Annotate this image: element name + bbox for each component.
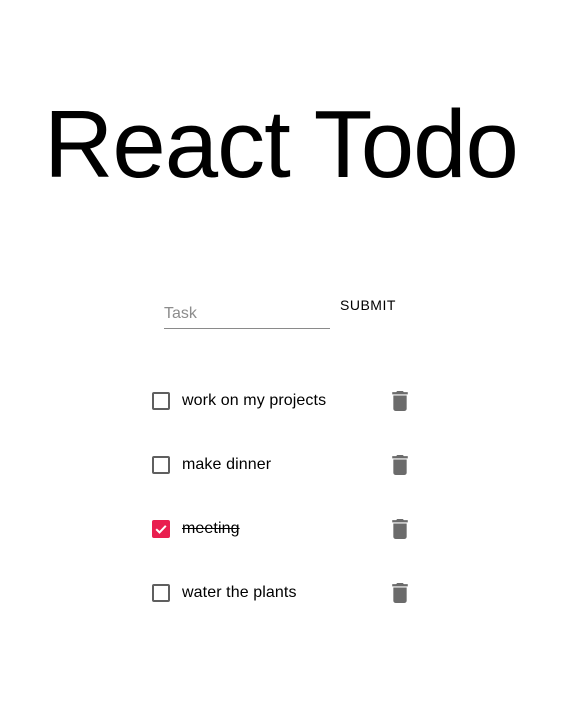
trash-icon [392, 391, 408, 411]
delete-button[interactable] [388, 517, 412, 541]
checkbox-unchecked-icon [152, 456, 170, 474]
todo-item: work on my projects [148, 369, 418, 433]
delete-button[interactable] [388, 581, 412, 605]
delete-button[interactable] [388, 453, 412, 477]
todo-checkbox[interactable] [149, 389, 173, 413]
trash-icon [392, 583, 408, 603]
todo-item: water the plants [148, 561, 418, 625]
task-input[interactable] [164, 300, 330, 329]
todo-checkbox[interactable] [149, 517, 173, 541]
checkbox-unchecked-icon [152, 584, 170, 602]
delete-button[interactable] [388, 389, 412, 413]
todo-checkbox[interactable] [149, 581, 173, 605]
todo-item: meeting [148, 497, 418, 561]
todo-text: work on my projects [182, 392, 327, 409]
checkbox-checked-icon [152, 520, 170, 538]
todo-text: water the plants [182, 584, 297, 601]
submit-button[interactable]: SUBMIT [332, 292, 404, 318]
todo-item: make dinner [148, 433, 418, 497]
todo-text: make dinner [182, 456, 272, 473]
checkbox-unchecked-icon [152, 392, 170, 410]
page-title: React Todo [44, 91, 519, 198]
trash-icon [392, 455, 408, 475]
trash-icon [392, 519, 408, 539]
todo-text: meeting [182, 520, 240, 537]
todo-checkbox[interactable] [149, 453, 173, 477]
todo-list: work on my projects make dinner meeting [148, 369, 418, 625]
add-task-form: SUBMIT [164, 292, 404, 332]
